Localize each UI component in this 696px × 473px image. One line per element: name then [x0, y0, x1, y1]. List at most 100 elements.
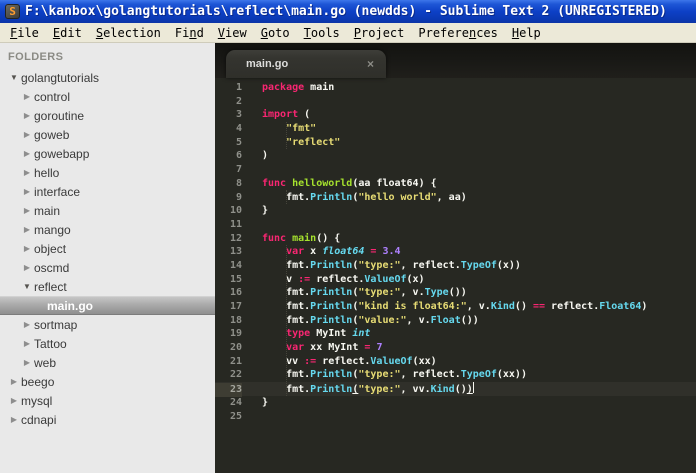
- line-number: 18: [229, 314, 242, 326]
- code-line-2[interactable]: 2: [215, 95, 696, 109]
- folder-expanded-icon[interactable]: ▼: [7, 73, 21, 82]
- folder-collapsed-icon[interactable]: ▶: [20, 225, 34, 234]
- code-line-5[interactable]: 5 "reflect": [215, 136, 696, 150]
- code-line-25[interactable]: 25: [215, 410, 696, 424]
- code-token: x: [304, 246, 323, 258]
- tree-item-mango[interactable]: ▶ mango: [0, 220, 215, 239]
- folder-collapsed-icon[interactable]: ▶: [7, 377, 21, 386]
- tree-item-sortmap[interactable]: ▶ sortmap: [0, 315, 215, 334]
- code-line-22[interactable]: 22 fmt.Println("type:", reflect.TypeOf(x…: [215, 368, 696, 382]
- code-token: ValueOf: [370, 355, 413, 367]
- menu-goto[interactable]: Goto: [254, 24, 297, 42]
- folder-collapsed-icon[interactable]: ▶: [20, 149, 34, 158]
- tree-item-gowebapp[interactable]: ▶ gowebapp: [0, 144, 215, 163]
- folder-collapsed-icon[interactable]: ▶: [7, 415, 21, 424]
- tree-item-label: goweb: [34, 127, 70, 142]
- menu-help[interactable]: Help: [505, 24, 548, 42]
- code-token: ): [641, 301, 648, 312]
- menu-project[interactable]: Project: [347, 24, 412, 42]
- code-line-23[interactable]: 23 fmt.Println("type:", vv.Kind()): [215, 382, 696, 397]
- code-token: "reflect": [286, 136, 341, 148]
- tree-item-label: beego: [21, 374, 55, 389]
- tab-label: main.go: [246, 58, 289, 70]
- menu-preferences[interactable]: Preferences: [411, 24, 505, 42]
- code-line-20[interactable]: 20 var xx MyInt = 7: [215, 341, 696, 355]
- folder-collapsed-icon[interactable]: ▶: [20, 168, 34, 177]
- code-line-12[interactable]: 12 func main() {: [215, 232, 696, 246]
- code-line-6[interactable]: 6): [215, 149, 696, 163]
- code-line-14[interactable]: 14 fmt.Println("type:", reflect.TypeOf(x…: [215, 259, 696, 273]
- tree-item-label: hello: [34, 165, 60, 180]
- code-line-4[interactable]: 4 "fmt": [215, 122, 696, 136]
- code-token: float64: [322, 246, 365, 258]
- code-line-8[interactable]: 8 func helloworld(aa float64) {: [215, 177, 696, 191]
- code-line-21[interactable]: 21 vv := reflect.ValueOf(xx): [215, 355, 696, 369]
- indent-guide: [286, 245, 287, 396]
- menu-bar: File Edit Selection Find View Goto Tools Projec…: [0, 23, 696, 43]
- tree-item-label: sortmap: [34, 317, 78, 332]
- code-line-9[interactable]: 9 fmt.Println("hello world", aa): [215, 191, 696, 205]
- code-token: (): [514, 301, 533, 312]
- tree-item-oscmd[interactable]: ▶ oscmd: [0, 258, 215, 277]
- folder-collapsed-icon[interactable]: ▶: [20, 263, 34, 272]
- code-token: package: [262, 82, 305, 93]
- folder-collapsed-icon[interactable]: ▶: [20, 92, 34, 101]
- tree-item-golangtutorials[interactable]: ▼ golangtutorials: [0, 68, 215, 87]
- menu-edit[interactable]: Edit: [46, 24, 89, 42]
- folder-collapsed-icon[interactable]: ▶: [20, 320, 34, 329]
- code-line-19[interactable]: 19 type MyInt int: [215, 327, 696, 341]
- tree-item-web[interactable]: ▶ web: [0, 353, 215, 372]
- menu-view[interactable]: View: [211, 24, 254, 42]
- tree-item-main[interactable]: ▶ main: [0, 201, 215, 220]
- folder-collapsed-icon[interactable]: ▶: [7, 396, 21, 405]
- code-line-10[interactable]: 10}: [215, 204, 696, 218]
- tree-item-label: mango: [34, 222, 71, 237]
- line-number: 25: [229, 410, 242, 422]
- line-number: 10: [229, 205, 242, 217]
- code-token: func: [262, 177, 287, 189]
- code-line-24[interactable]: 24}: [215, 396, 696, 410]
- code-line-11[interactable]: 11: [215, 218, 696, 232]
- code-line-13[interactable]: 13 var x float64 = 3.4: [215, 245, 696, 259]
- code-line-17[interactable]: 17 fmt.Println("kind is float64:", v.Kin…: [215, 300, 696, 314]
- tree-item-tattoo[interactable]: ▶ Tattoo: [0, 334, 215, 353]
- code-line-15[interactable]: 15 v := reflect.ValueOf(x): [215, 273, 696, 287]
- folder-collapsed-icon[interactable]: ▶: [20, 339, 34, 348]
- tree-item-label: main: [34, 203, 61, 218]
- menu-file[interactable]: File: [3, 24, 46, 42]
- tree-item-control[interactable]: ▶ control: [0, 87, 215, 106]
- code-token: reflect.: [545, 301, 600, 312]
- folder-collapsed-icon[interactable]: ▶: [20, 111, 34, 120]
- tree-item-goweb[interactable]: ▶ goweb: [0, 125, 215, 144]
- tab-close-icon[interactable]: ×: [367, 57, 374, 71]
- code-token: ValueOf: [364, 273, 407, 285]
- tree-item-beego[interactable]: ▶ beego: [0, 372, 215, 391]
- tree-item-mysql[interactable]: ▶ mysql: [0, 391, 215, 410]
- folder-collapsed-icon[interactable]: ▶: [20, 206, 34, 215]
- code-line-18[interactable]: 18 fmt.Println("value:", v.Float()): [215, 314, 696, 328]
- tab-main-go[interactable]: main.go ×: [226, 50, 386, 78]
- menu-selection[interactable]: Selection: [89, 24, 168, 42]
- code-line-7[interactable]: 7: [215, 163, 696, 177]
- tree-item-goroutine[interactable]: ▶ goroutine: [0, 106, 215, 125]
- code-line-3[interactable]: 3 import (: [215, 108, 696, 122]
- folder-collapsed-icon[interactable]: ▶: [20, 244, 34, 253]
- tree-item-main.go[interactable]: main.go: [0, 296, 215, 315]
- tree-item-reflect[interactable]: ▼ reflect: [0, 277, 215, 296]
- folder-collapsed-icon[interactable]: ▶: [20, 358, 34, 367]
- tree-item-interface[interactable]: ▶ interface: [0, 182, 215, 201]
- tree-item-hello[interactable]: ▶ hello: [0, 163, 215, 182]
- folder-expanded-icon[interactable]: ▼: [20, 282, 34, 291]
- tree-item-object[interactable]: ▶ object: [0, 239, 215, 258]
- folder-collapsed-icon[interactable]: ▶: [20, 187, 34, 196]
- code-line-1[interactable]: 1 package main: [215, 81, 696, 95]
- menu-tools[interactable]: Tools: [297, 24, 347, 42]
- menu-find[interactable]: Find: [168, 24, 211, 42]
- tree-item-label: mysql: [21, 393, 53, 408]
- folder-collapsed-icon[interactable]: ▶: [20, 130, 34, 139]
- code-line-16[interactable]: 16 fmt.Println("type:", v.Type()): [215, 286, 696, 300]
- tree-item-cdnapi[interactable]: ▶ cdnapi: [0, 410, 215, 429]
- code-editor[interactable]: 1 package main 2 3 import (4 "fmt" 5 "reflect…: [215, 78, 696, 473]
